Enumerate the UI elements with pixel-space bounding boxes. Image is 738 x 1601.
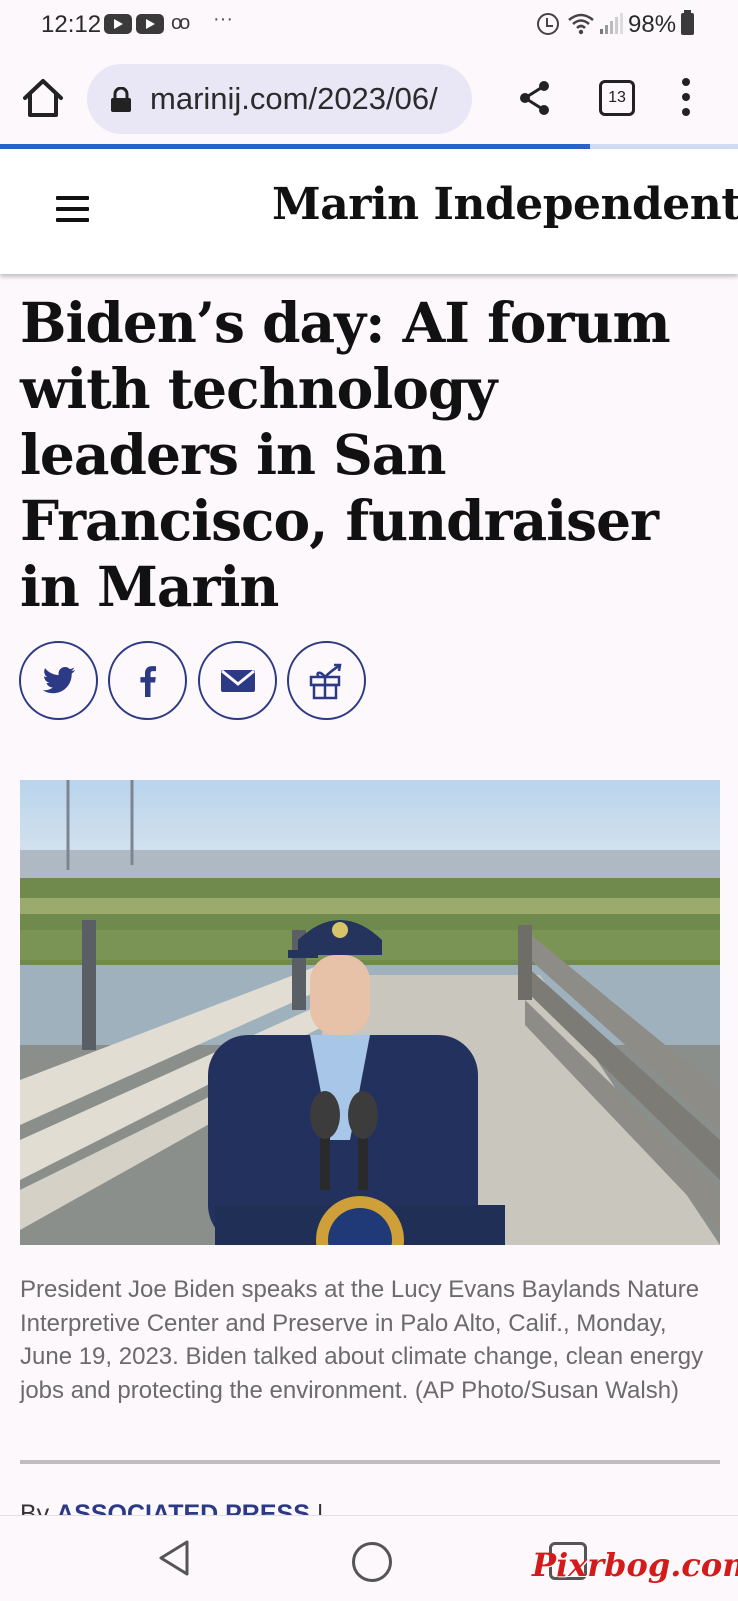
byline-prefix: By <box>20 1500 50 1516</box>
home-nav-icon[interactable] <box>352 1542 392 1582</box>
site-header: Marin Independent Journal <box>0 149 738 274</box>
hamburger-menu-icon[interactable] <box>56 196 89 222</box>
article-headline: Biden’s day: AI forum with technology le… <box>20 290 671 619</box>
watermark: Pixrbog.com <box>532 1546 738 1584</box>
gift-article-button[interactable] <box>287 641 366 720</box>
menu-dot <box>682 108 690 116</box>
gift-icon <box>309 663 342 700</box>
battery-level: 98% <box>628 11 677 38</box>
menu-dot <box>682 78 690 86</box>
byline-separator: | <box>316 1500 324 1516</box>
browser-menu-button[interactable] <box>674 78 698 118</box>
twitter-share-button[interactable] <box>19 641 98 720</box>
back-icon[interactable] <box>157 1539 191 1577</box>
browser-toolbar: marinij.com/2023/06/ 13 <box>0 52 738 144</box>
article-byline: By ASSOCIATED PRESS | <box>20 1500 323 1516</box>
share-icon[interactable] <box>516 78 554 118</box>
tab-switcher-button[interactable]: 13 <box>599 80 635 116</box>
photo-caption: President Joe Biden speaks at the Lucy E… <box>20 1276 704 1404</box>
site-masthead-logo[interactable]: Marin Independent Journal <box>272 179 738 230</box>
byline-author-link[interactable]: ASSOCIATED PRESS <box>56 1500 310 1516</box>
alarm-icon <box>537 13 559 35</box>
menu-dot <box>682 93 690 101</box>
signal-icon <box>600 13 623 34</box>
twitter-icon <box>42 667 75 694</box>
tab-count: 13 <box>608 89 626 106</box>
address-bar[interactable]: marinij.com/2023/06/ <box>87 64 472 134</box>
battery-icon <box>681 10 694 35</box>
status-time: 12:12 <box>41 11 102 38</box>
home-icon[interactable] <box>20 75 66 121</box>
youtube-icon <box>136 14 164 34</box>
article-photo <box>20 780 720 1245</box>
voicemail-icon: oo <box>171 12 190 34</box>
facebook-share-button[interactable] <box>108 641 187 720</box>
email-icon <box>221 669 255 692</box>
facebook-icon <box>140 666 156 697</box>
lock-icon <box>111 87 131 112</box>
email-share-button[interactable] <box>198 641 277 720</box>
more-notifications-indicator: ··· <box>213 8 233 30</box>
wifi-icon <box>568 13 594 35</box>
status-bar: 12:12 oo ··· 98% <box>0 0 738 52</box>
youtube-icon <box>104 14 132 34</box>
url-text[interactable]: marinij.com/2023/06/ <box>150 81 438 117</box>
divider <box>20 1460 720 1464</box>
